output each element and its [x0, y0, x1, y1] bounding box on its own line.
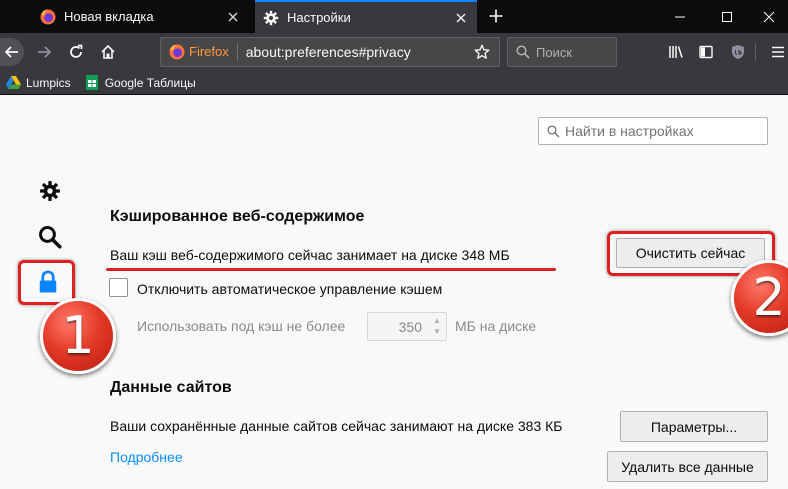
- bookmark-label: Google Таблицы: [104, 75, 196, 90]
- new-tab-button[interactable]: [482, 2, 510, 30]
- forward-button[interactable]: [30, 38, 58, 66]
- star-icon[interactable]: [471, 41, 493, 63]
- tab-title: Настройки: [287, 10, 351, 25]
- override-cache-label[interactable]: Отключить автоматическое управление кэше…: [137, 281, 442, 297]
- category-search[interactable]: [36, 223, 64, 251]
- tab-new-tab[interactable]: Новая вкладка: [31, 0, 249, 33]
- cache-limit-label: Использовать под кэш не более: [137, 318, 346, 334]
- arrow-right-icon: [38, 46, 52, 58]
- search-placeholder: Поиск: [536, 44, 573, 60]
- override-cache-checkbox[interactable]: [109, 278, 128, 297]
- bookmark-lumpics[interactable]: Lumpics: [5, 75, 71, 91]
- close-icon: [763, 11, 775, 22]
- tab-settings[interactable]: Настройки: [255, 0, 477, 33]
- url-bar[interactable]: Firefox about:preferences#privacy: [160, 37, 500, 67]
- highlight-privacy-category: [18, 260, 75, 305]
- site-data-settings-button[interactable]: Параметры...: [620, 411, 768, 442]
- close-tab-icon[interactable]: [451, 8, 471, 28]
- cache-limit-unit: МБ на диске: [455, 318, 537, 334]
- site-data-section-title: Данные сайтов: [110, 379, 232, 396]
- shield-icon: [732, 45, 744, 59]
- google-sheets-icon: [84, 75, 100, 91]
- library-icon: [669, 46, 683, 58]
- site-data-usage-text: Ваши сохранённые данные сайтов сейчас за…: [110, 418, 563, 434]
- search-icon: [516, 45, 530, 59]
- gear-icon: [263, 10, 279, 26]
- search-bar[interactable]: Поиск: [507, 37, 617, 67]
- spinner-icon[interactable]: ▲ ▼: [430, 316, 444, 337]
- close-window-button[interactable]: [750, 0, 788, 33]
- cache-limit-input[interactable]: 350 ▲ ▼: [367, 312, 447, 341]
- minimize-icon: [675, 16, 685, 17]
- bookmark-google-sheets[interactable]: Google Таблицы: [84, 75, 196, 91]
- sidebar-toggle-button[interactable]: [692, 38, 720, 66]
- identity-label[interactable]: Firefox: [189, 43, 238, 61]
- home-button[interactable]: [94, 38, 122, 66]
- find-in-preferences-input[interactable]: Найти в настройках: [538, 117, 768, 145]
- home-icon: [101, 44, 115, 59]
- red-underline-annotation: [106, 268, 556, 271]
- close-tab-icon[interactable]: [223, 7, 243, 27]
- maximize-icon: [722, 11, 732, 22]
- tab-strip: Новая вкладка Настройки: [0, 0, 788, 33]
- bookmark-label: Lumpics: [26, 75, 71, 90]
- maximize-button[interactable]: [704, 0, 750, 33]
- minimize-button[interactable]: [657, 0, 703, 33]
- gear-icon: [40, 181, 60, 201]
- menu-button[interactable]: [764, 38, 788, 66]
- navigation-toolbar: Firefox about:preferences#privacy Поиск: [0, 33, 788, 71]
- back-button[interactable]: [0, 38, 24, 66]
- hamburger-menu-icon: [772, 46, 784, 58]
- arrow-left-icon: [4, 46, 18, 58]
- search-icon: [39, 226, 62, 249]
- learn-more-link[interactable]: Подробнее: [110, 449, 183, 465]
- ublock-extension-button[interactable]: [724, 38, 752, 66]
- cache-usage-text: Ваш кэш веб-содержимого сейчас занимает …: [110, 247, 510, 263]
- url-text[interactable]: about:preferences#privacy: [246, 44, 471, 60]
- library-button[interactable]: [662, 38, 690, 66]
- step-badge-1: 1: [40, 298, 116, 374]
- cache-limit-value: 350: [398, 319, 422, 335]
- reload-icon: [70, 44, 83, 58]
- clear-all-data-button[interactable]: Удалить все данные: [607, 451, 768, 482]
- google-drive-icon: [5, 75, 21, 91]
- toolbar-separator: [755, 43, 756, 61]
- sidebar-icon: [699, 45, 713, 59]
- firefox-icon: [40, 9, 56, 25]
- plus-icon: [489, 9, 503, 23]
- bookmarks-toolbar: Lumpics Google Таблицы: [0, 71, 788, 95]
- reload-button[interactable]: [62, 38, 90, 66]
- preferences-page: Найти в настройках Кэшированное веб-соде…: [0, 95, 788, 489]
- firefox-icon: [169, 44, 185, 60]
- find-placeholder: Найти в настройках: [565, 123, 694, 139]
- tab-title: Новая вкладка: [64, 9, 154, 24]
- category-general[interactable]: [36, 177, 64, 205]
- cache-section-title: Кэшированное веб-содержимое: [110, 208, 365, 225]
- search-icon: [545, 123, 561, 139]
